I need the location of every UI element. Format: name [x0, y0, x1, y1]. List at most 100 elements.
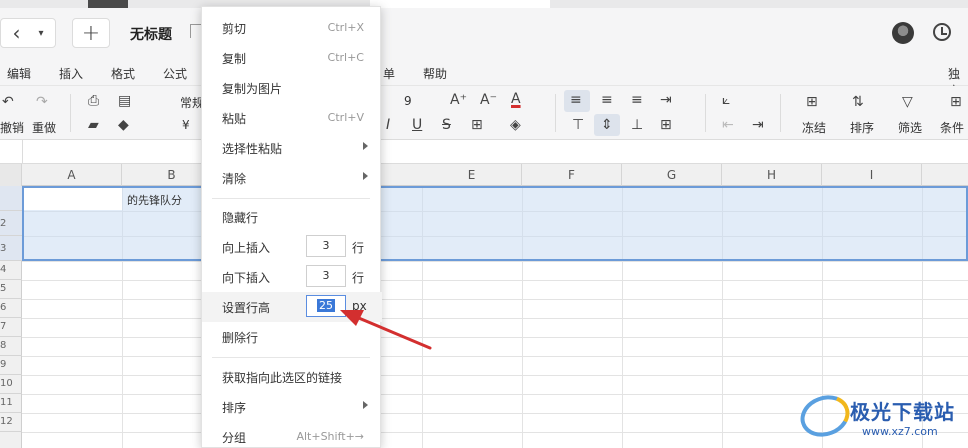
sort-icon[interactable]: ⇅: [852, 94, 864, 110]
row-header-5[interactable]: 5: [0, 280, 22, 299]
menu-divider: [212, 198, 370, 199]
row-header-3[interactable]: 3: [0, 236, 22, 261]
column-header-a[interactable]: A: [22, 164, 122, 186]
new-document-button[interactable]: +: [72, 18, 110, 48]
column-header-f[interactable]: F: [522, 164, 622, 186]
menu-formula[interactable]: 公式: [163, 65, 187, 82]
align-top-icon[interactable]: ⊤: [572, 117, 584, 133]
conditional-format-icon[interactable]: ⊞: [950, 94, 962, 110]
italic-icon[interactable]: I: [386, 117, 390, 133]
submenu-arrow-icon: [363, 142, 368, 150]
menu-help[interactable]: 帮助: [423, 65, 447, 82]
menu-edit[interactable]: 编辑: [7, 65, 31, 82]
sort-label[interactable]: 排序: [850, 119, 874, 136]
row-header-7[interactable]: 7: [0, 318, 22, 337]
font-size-select[interactable]: 9: [404, 94, 412, 108]
fill-color-icon[interactable]: ◈: [510, 117, 521, 133]
row-header-8[interactable]: 8: [0, 337, 22, 356]
print-icon[interactable]: ⎙: [88, 93, 99, 109]
row-header-4[interactable]: 4: [0, 261, 22, 280]
conditional-format-label[interactable]: 条件: [940, 119, 964, 136]
rotate-text-icon[interactable]: ⟀: [722, 92, 730, 108]
grid-line: [22, 299, 968, 300]
strikethrough-icon[interactable]: S: [442, 117, 451, 133]
paste-icon[interactable]: ▤: [118, 93, 131, 109]
annotation-arrow: [340, 310, 432, 350]
border-icon[interactable]: ⊞: [471, 117, 483, 133]
currency-icon[interactable]: ¥: [182, 118, 190, 132]
decrease-indent-icon[interactable]: ⇤: [722, 117, 734, 133]
toolbar-divider: [780, 94, 781, 132]
namebox-divider: [22, 140, 23, 164]
tab[interactable]: [370, 0, 550, 8]
filter-icon[interactable]: ▽: [902, 94, 913, 110]
column-header-e[interactable]: E: [422, 164, 522, 186]
menu-item-hide-row[interactable]: 隐藏行: [202, 202, 382, 232]
menu-partial[interactable]: 单: [383, 65, 395, 82]
menu-item-copy-as-image[interactable]: 复制为图片: [202, 73, 382, 103]
insert-below-count-input[interactable]: 3: [306, 265, 346, 287]
column-header-i[interactable]: I: [822, 164, 922, 186]
menu-insert[interactable]: 插入: [59, 65, 83, 82]
menu-item-sort[interactable]: 排序: [202, 392, 382, 422]
history-icon[interactable]: [933, 23, 951, 41]
column-header: A B E F G H I: [0, 164, 968, 186]
undo-icon[interactable]: ↶: [2, 94, 14, 110]
row-header: 2 3 4 5 6 7 8 9 10 11 12: [0, 186, 22, 448]
back-icon[interactable]: ‹: [12, 21, 20, 45]
menu-item-insert-above[interactable]: 向上插入 3 行: [202, 232, 382, 262]
avatar[interactable]: [892, 22, 914, 44]
active-tab[interactable]: [88, 0, 128, 8]
toolbar-divider: [705, 94, 706, 132]
increase-font-icon[interactable]: A⁺: [450, 92, 467, 108]
underline-icon[interactable]: U: [412, 117, 422, 133]
row-header-10[interactable]: 10: [0, 375, 22, 394]
redo-icon[interactable]: ↷: [36, 94, 48, 110]
format-painter-icon[interactable]: ▰: [88, 117, 99, 133]
decrease-font-icon[interactable]: A⁻: [480, 92, 497, 108]
insert-above-count-input[interactable]: 3: [306, 235, 346, 257]
formula-bar[interactable]: [0, 140, 968, 164]
indent-icon[interactable]: ⇥: [660, 92, 672, 108]
row-header-6[interactable]: 6: [0, 299, 22, 318]
menu-item-insert-below[interactable]: 向下插入 3 行: [202, 262, 382, 292]
row-header-9[interactable]: 9: [0, 356, 22, 375]
menu-format[interactable]: 格式: [111, 65, 135, 82]
row-header-11[interactable]: 11: [0, 394, 22, 413]
column-header-g[interactable]: G: [622, 164, 722, 186]
row-header-12[interactable]: 12: [0, 413, 22, 432]
align-middle-icon[interactable]: ⇕: [601, 117, 613, 133]
menu-item-cut[interactable]: 剪切 Ctrl+X: [202, 13, 382, 43]
column-header-h[interactable]: H: [722, 164, 822, 186]
align-center-icon[interactable]: ≡: [601, 92, 613, 108]
menu-item-shortcut: Ctrl+V: [327, 111, 364, 124]
align-bottom-icon[interactable]: ⊥: [631, 117, 643, 133]
document-title[interactable]: 无标题: [130, 24, 172, 44]
menu-item-paste[interactable]: 粘贴 Ctrl+V: [202, 103, 382, 133]
row-header-1[interactable]: [0, 186, 22, 211]
annotation-arrow-shaft: [352, 314, 432, 350]
menu-item-paste-special[interactable]: 选择性粘贴: [202, 133, 382, 163]
align-left-icon[interactable]: ≡: [570, 92, 582, 108]
menu-item-clear[interactable]: 清除: [202, 163, 382, 193]
merge-cells-icon[interactable]: ⊞: [660, 117, 672, 133]
filter-label[interactable]: 筛选: [898, 119, 922, 136]
font-color-icon[interactable]: A: [511, 91, 521, 107]
align-right-icon[interactable]: ≡: [631, 92, 643, 108]
menu-item-get-link[interactable]: 获取指向此选区的链接: [202, 362, 382, 392]
row-header-2[interactable]: 2: [0, 211, 22, 236]
undo-label[interactable]: 撤销: [0, 119, 24, 136]
active-cell[interactable]: [24, 188, 122, 210]
menu-item-copy[interactable]: 复制 Ctrl+C: [202, 43, 382, 73]
menu-item-group[interactable]: 分组 Alt+Shift+→: [202, 422, 382, 448]
freeze-icon[interactable]: ⊞: [806, 94, 818, 110]
menu-item-shortcut: Alt+Shift+→: [296, 430, 364, 443]
back-button-group[interactable]: ‹ ▾: [0, 18, 56, 48]
select-all-corner[interactable]: [0, 164, 22, 186]
freeze-label[interactable]: 冻结: [802, 119, 826, 136]
chevron-down-icon[interactable]: ▾: [38, 28, 43, 39]
increase-indent-icon[interactable]: ⇥: [752, 117, 764, 133]
eraser-icon[interactable]: ◆: [118, 117, 129, 133]
cell-b1[interactable]: 的先锋队分: [127, 192, 182, 208]
redo-label[interactable]: 重做: [32, 119, 56, 136]
